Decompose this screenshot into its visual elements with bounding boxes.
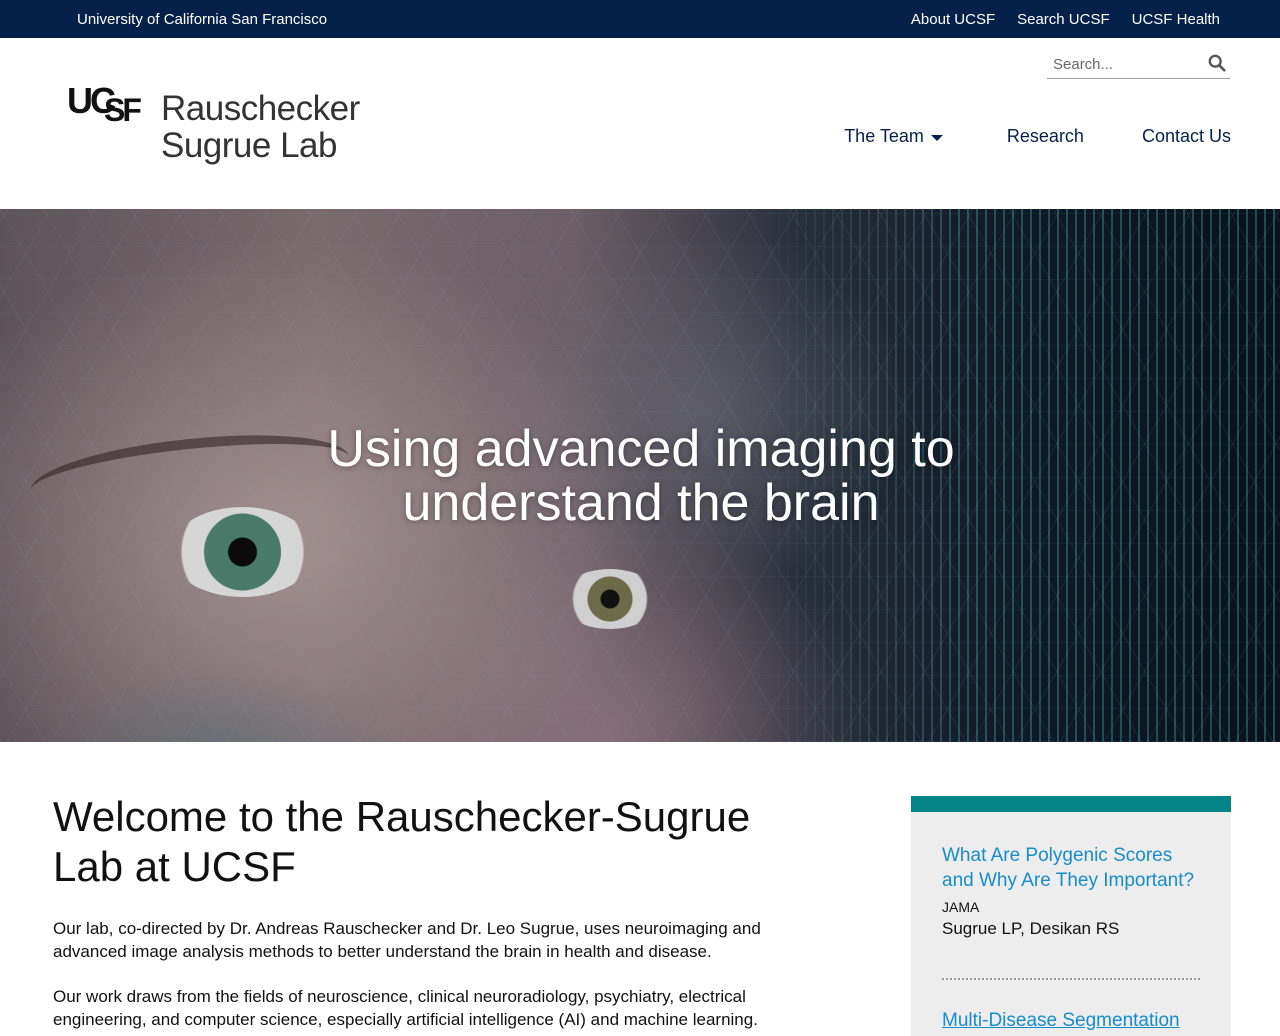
nav-research[interactable]: Research (1007, 126, 1084, 147)
lab-name-line1: Rauschecker (161, 89, 360, 128)
caret-down-icon (930, 135, 943, 141)
publication-title-link[interactable]: What Are Polygenic Scores and Why Are Th… (942, 843, 1200, 893)
fields-paragraph: Our work draws from the fields of neuros… (53, 987, 758, 1029)
main-content: Welcome to the Rauschecker-Sugrue Lab at… (0, 742, 1280, 1036)
ucsf-logo-sf: SF (104, 92, 142, 128)
hero-headline-line2: understand the brain (402, 474, 880, 532)
lab-name: Rauschecker Sugrue Lab (161, 90, 360, 164)
page-title-line2: Lab at UCSF (53, 843, 296, 890)
search-icon[interactable] (1208, 54, 1226, 72)
intro-paragraph: Our lab, co-directed by Dr. Andreas Raus… (53, 919, 761, 961)
site-logo[interactable]: U C SF Rauschecker Sugrue Lab (67, 80, 360, 164)
publication-card: Multi-Disease Segmentation (942, 1008, 1200, 1033)
publication-card: What Are Polygenic Scores and Why Are Th… (942, 843, 1200, 939)
hero-headline-line1: Using advanced imaging to (327, 420, 955, 478)
ucsf-logo-mark: U C SF (67, 80, 149, 128)
nav-the-team-label: The Team (844, 126, 924, 146)
university-link[interactable]: University of California San Francisco (77, 11, 327, 28)
page-title-line1: Welcome to the Rauschecker-Sugrue (53, 793, 751, 840)
ucsf-logo-u: U (67, 80, 93, 121)
main-nav: The Team Research Contact Us (844, 126, 1231, 147)
publication-journal: JAMA (942, 899, 980, 915)
about-ucsf-link[interactable]: About UCSF (911, 11, 995, 28)
hero-eye-right (560, 569, 660, 629)
nav-contact-us[interactable]: Contact Us (1142, 126, 1231, 147)
publications-sidebar: What Are Polygenic Scores and Why Are Th… (911, 796, 1231, 1036)
ucsf-health-link[interactable]: UCSF Health (1132, 11, 1220, 28)
search-ucsf-link[interactable]: Search UCSF (1017, 11, 1110, 28)
hero-headline: Using advanced imaging to understand the… (0, 422, 1280, 530)
site-header: U C SF Rauschecker Sugrue Lab The Team R… (0, 38, 1280, 209)
search-input[interactable] (1047, 52, 1197, 76)
page-title: Welcome to the Rauschecker-Sugrue Lab at… (53, 792, 793, 892)
nav-the-team[interactable]: The Team (844, 126, 943, 147)
site-search (1047, 52, 1230, 79)
publication-title-link[interactable]: Multi-Disease Segmentation (942, 1008, 1200, 1033)
publication-authors: Sugrue LP, Desikan RS (942, 919, 1120, 938)
utility-links: About UCSF Search UCSF UCSF Health (911, 11, 1220, 28)
lab-name-line2: Sugrue Lab (161, 126, 337, 165)
publication-divider (942, 978, 1200, 980)
utility-bar: University of California San Francisco A… (0, 0, 1280, 38)
hero-banner: Using advanced imaging to understand the… (0, 209, 1280, 742)
